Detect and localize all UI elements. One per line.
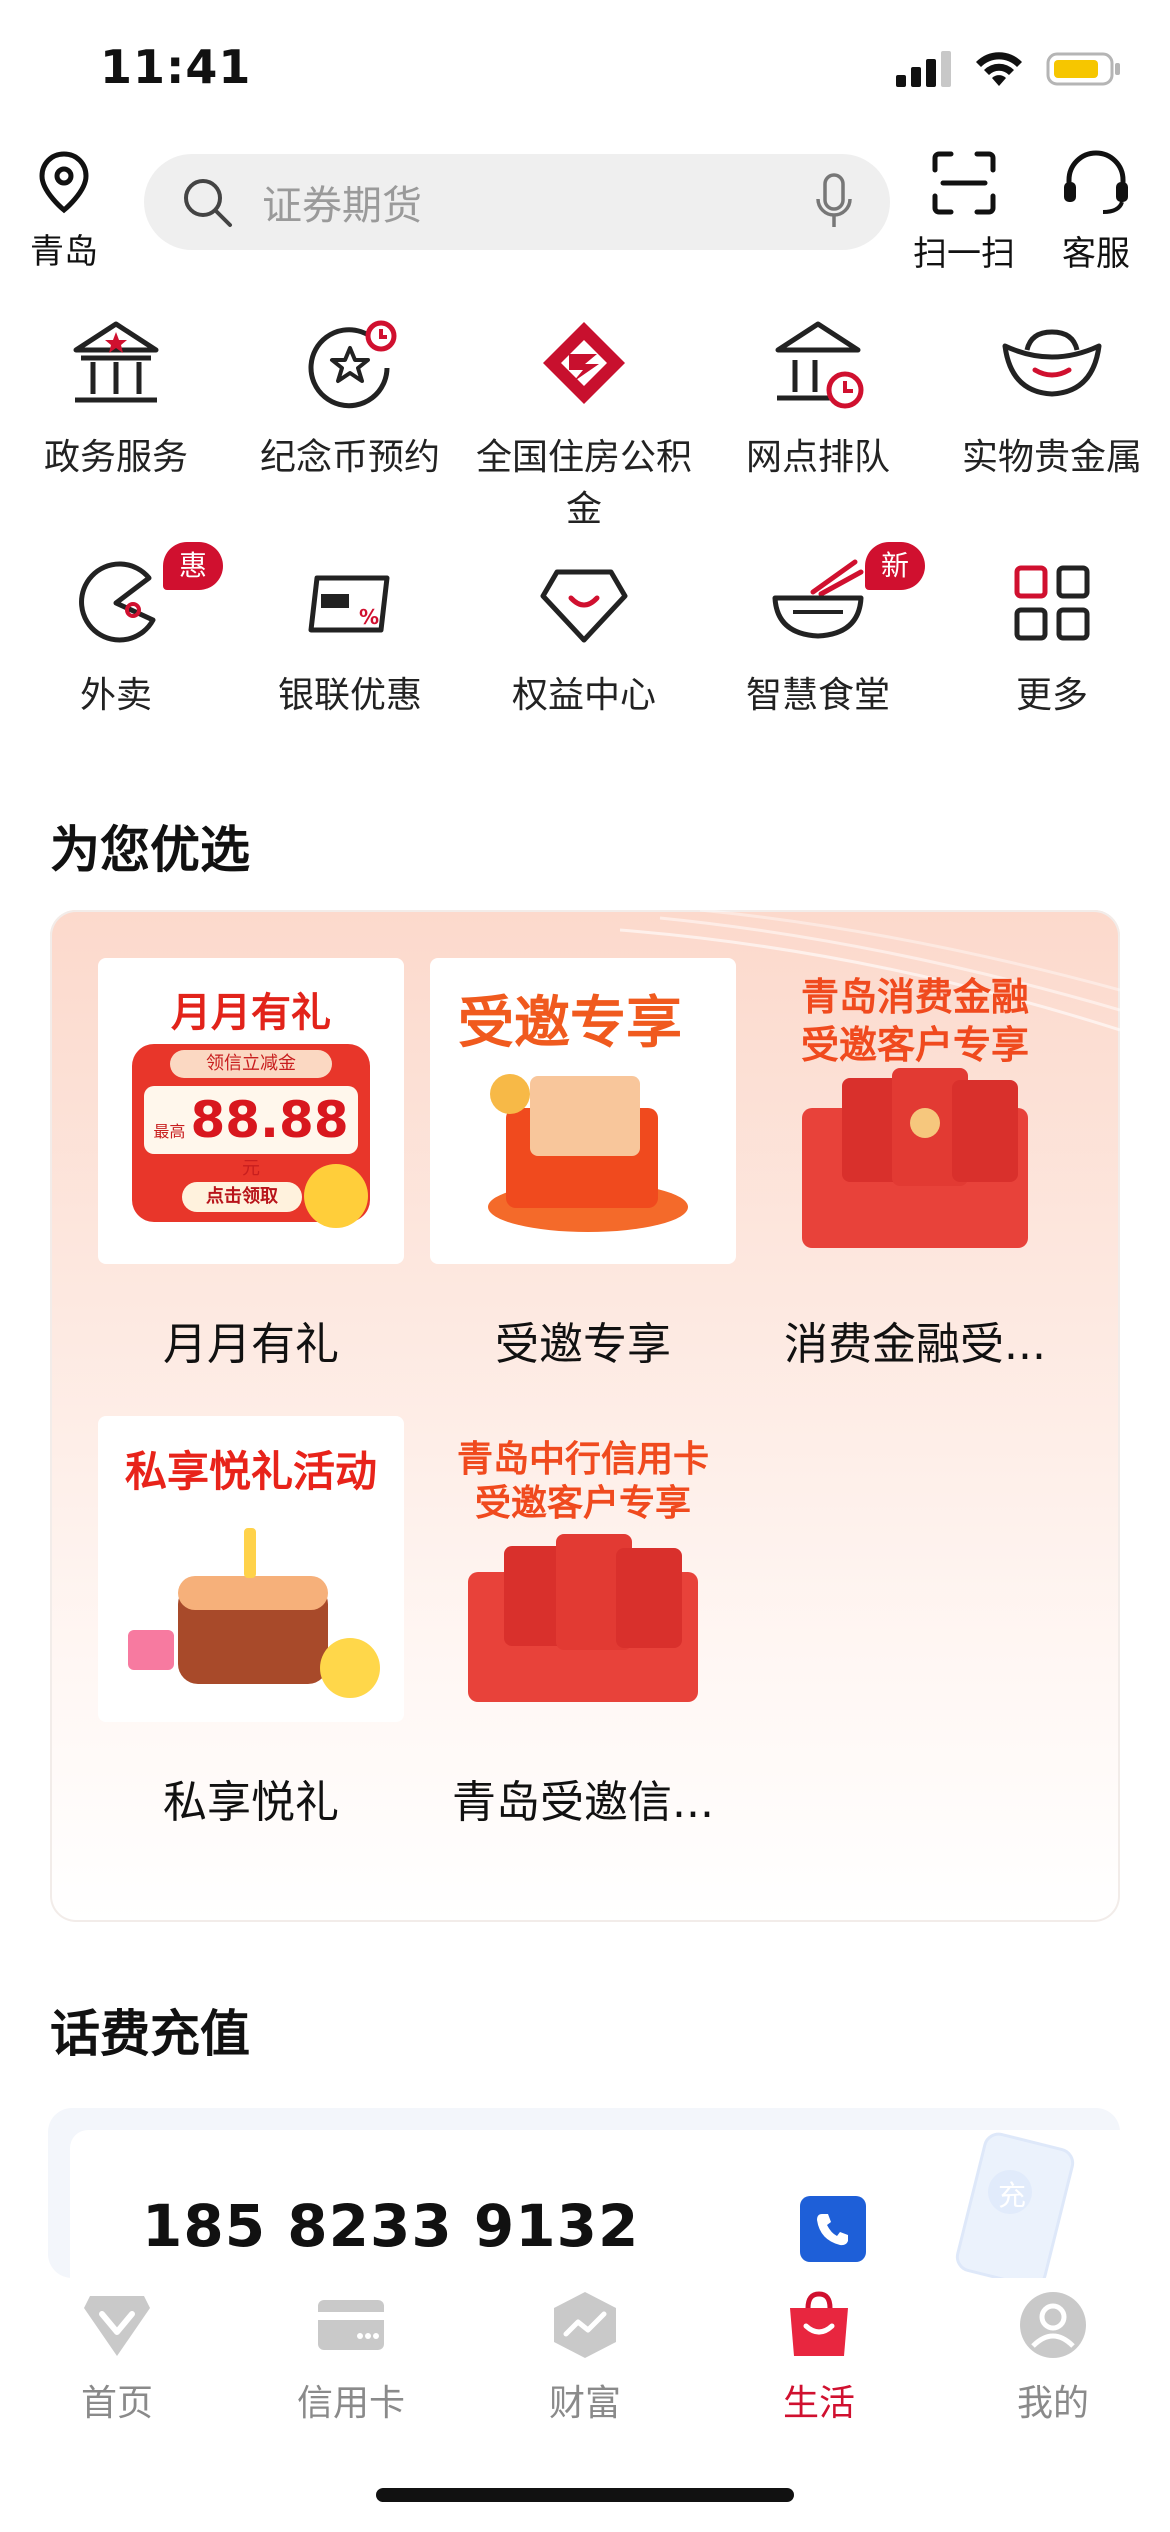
service-label: 实物贵金属: [961, 437, 1142, 478]
service-label: 网点排队: [745, 437, 890, 478]
promo-tile-consumer-finance[interactable]: 青岛消费金融 受邀客户专享 消费金融受...: [762, 958, 1068, 1372]
noodle-bowl-icon: [772, 559, 864, 639]
tab-life[interactable]: 生活: [702, 2290, 936, 2426]
service-housing-fund[interactable]: 全国住房公积金: [468, 310, 700, 536]
service-precious-metal[interactable]: 实物贵金属: [936, 310, 1168, 484]
service-label: 外卖: [79, 675, 152, 716]
discount-badge: 惠: [162, 542, 223, 590]
tab-label: 生活: [782, 2383, 855, 2424]
monthly-gift-image: 月月有礼 领信立减金 最高 88.88 元 点击领取: [98, 958, 404, 1264]
microphone-icon[interactable]: [814, 173, 854, 231]
credit-card-invite-image: 青岛中行信用卡 受邀客户专享: [430, 1416, 736, 1722]
unionpay-card-icon: %: [308, 575, 390, 633]
service-more[interactable]: 更多: [936, 548, 1168, 722]
government-building-icon: [73, 321, 159, 403]
scan-button[interactable]: 扫一扫: [904, 148, 1024, 275]
service-unionpay[interactable]: % 银联优惠: [234, 548, 466, 722]
recommend-card: 月月有礼 领信立减金 最高 88.88 元 点击领取 月月有礼 受邀专享 受邀专…: [50, 910, 1120, 1922]
more-grid-icon: [1014, 565, 1090, 641]
service-label: 纪念币预约: [259, 437, 440, 478]
coin-icon: [490, 1074, 530, 1114]
service-label: 政务服务: [43, 437, 188, 478]
customer-service-button[interactable]: 客服: [1036, 148, 1156, 275]
tab-wealth[interactable]: 财富: [468, 2290, 702, 2426]
new-badge: 新: [864, 542, 925, 590]
service-label: 银联优惠: [277, 675, 422, 716]
promo-tile-credit-card-invite[interactable]: 青岛中行信用卡 受邀客户专享 青岛受邀信...: [430, 1416, 736, 1830]
star-mascot-icon: [320, 1638, 380, 1698]
red-envelope-icon: [616, 1548, 682, 1648]
status-time: 11:41: [100, 40, 252, 94]
service-commemorative-coin[interactable]: 纪念币预约: [234, 310, 466, 484]
signal-icon: [896, 51, 951, 87]
tab-label: 我的: [1016, 2383, 1089, 2424]
tab-label: 首页: [80, 2383, 153, 2424]
credit-card-icon: [318, 2300, 384, 2350]
tab-credit-card[interactable]: 信用卡: [234, 2290, 468, 2426]
gold-ingot-icon: [1002, 329, 1102, 397]
contacts-phone-icon: [817, 2214, 848, 2246]
location-pin-icon: [39, 151, 89, 214]
service-takeout[interactable]: 惠 外卖: [0, 542, 232, 722]
tile-caption: 月月有礼: [163, 1319, 339, 1370]
gift-box-icon: [128, 1630, 174, 1670]
promo-tile-private-gift[interactable]: 私享悦礼活动 私享悦礼: [98, 1416, 404, 1830]
scan-icon: [932, 151, 996, 215]
service-label: 智慧食堂: [745, 675, 890, 716]
recharge-card[interactable]: 185 8233 9132 充: [48, 2108, 1120, 2288]
wealth-icon: [554, 2292, 616, 2358]
service-label: 全国住房公积金: [475, 437, 692, 530]
recharge-title: 话费充值: [50, 2005, 250, 2063]
phone-number: 185 8233 9132: [142, 2192, 640, 2260]
private-gift-image: 私享悦礼活动: [98, 1416, 404, 1722]
tab-profile[interactable]: 我的: [936, 2290, 1170, 2426]
recommend-title: 为您优选: [50, 821, 250, 879]
customer-service-label: 客服: [1062, 234, 1130, 274]
status-icons: [896, 50, 1122, 88]
tile-caption: 消费金融受...: [784, 1319, 1046, 1370]
wifi-icon: [976, 52, 1022, 86]
home-indicator: [376, 2488, 794, 2502]
service-rights-center[interactable]: 权益中心: [468, 548, 700, 722]
promo-tile-monthly-gift[interactable]: 月月有礼 领信立减金 最高 88.88 元 点击领取 月月有礼: [98, 958, 404, 1372]
service-label: 权益中心: [511, 675, 656, 716]
scan-label: 扫一扫: [913, 234, 1015, 274]
branch-queue-icon: [775, 321, 864, 409]
search-placeholder: 证券期货: [262, 183, 422, 229]
tile-caption: 青岛受邀信...: [452, 1777, 714, 1828]
candle-icon: [244, 1528, 256, 1578]
tab-label: 信用卡: [296, 2383, 405, 2424]
mascot-icon: [304, 1164, 368, 1228]
promo-tile-invited-exclusive[interactable]: 受邀专享 受邀专享: [430, 958, 736, 1372]
housing-fund-icon: [543, 322, 625, 404]
headset-icon: [1064, 150, 1128, 214]
consumer-finance-image: 青岛消费金融 受邀客户专享: [762, 958, 1068, 1264]
service-government[interactable]: 政务服务: [0, 310, 232, 484]
service-smart-canteen[interactable]: 新 智慧食堂: [702, 542, 934, 722]
takeout-icon: [79, 561, 156, 643]
phone-watermark-icon: 充: [930, 2130, 1080, 2288]
battery-icon: [1046, 52, 1120, 86]
search-bar[interactable]: 证券期货: [144, 154, 890, 250]
service-branch-queue[interactable]: 网点排队: [702, 310, 934, 484]
contacts-button[interactable]: [800, 2196, 866, 2262]
life-bag-icon: [790, 2291, 848, 2356]
tile-caption: 私享悦礼: [163, 1777, 339, 1828]
red-envelope-icon: [952, 1080, 1018, 1182]
location-label: 青岛: [30, 232, 98, 272]
home-icon: [84, 2296, 150, 2356]
profile-icon: [1020, 2292, 1086, 2358]
service-label: 更多: [1015, 675, 1088, 716]
invited-exclusive-image: 受邀专享: [430, 958, 736, 1264]
location-selector[interactable]: 青岛: [24, 150, 104, 273]
tab-home[interactable]: 首页: [0, 2290, 234, 2426]
svg-text:%: %: [359, 605, 379, 629]
commemorative-coin-icon: [308, 320, 397, 409]
tab-label: 财富: [548, 2383, 621, 2424]
diamond-icon: [540, 569, 628, 643]
tile-caption: 受邀专享: [495, 1319, 671, 1370]
search-icon: [184, 179, 232, 227]
